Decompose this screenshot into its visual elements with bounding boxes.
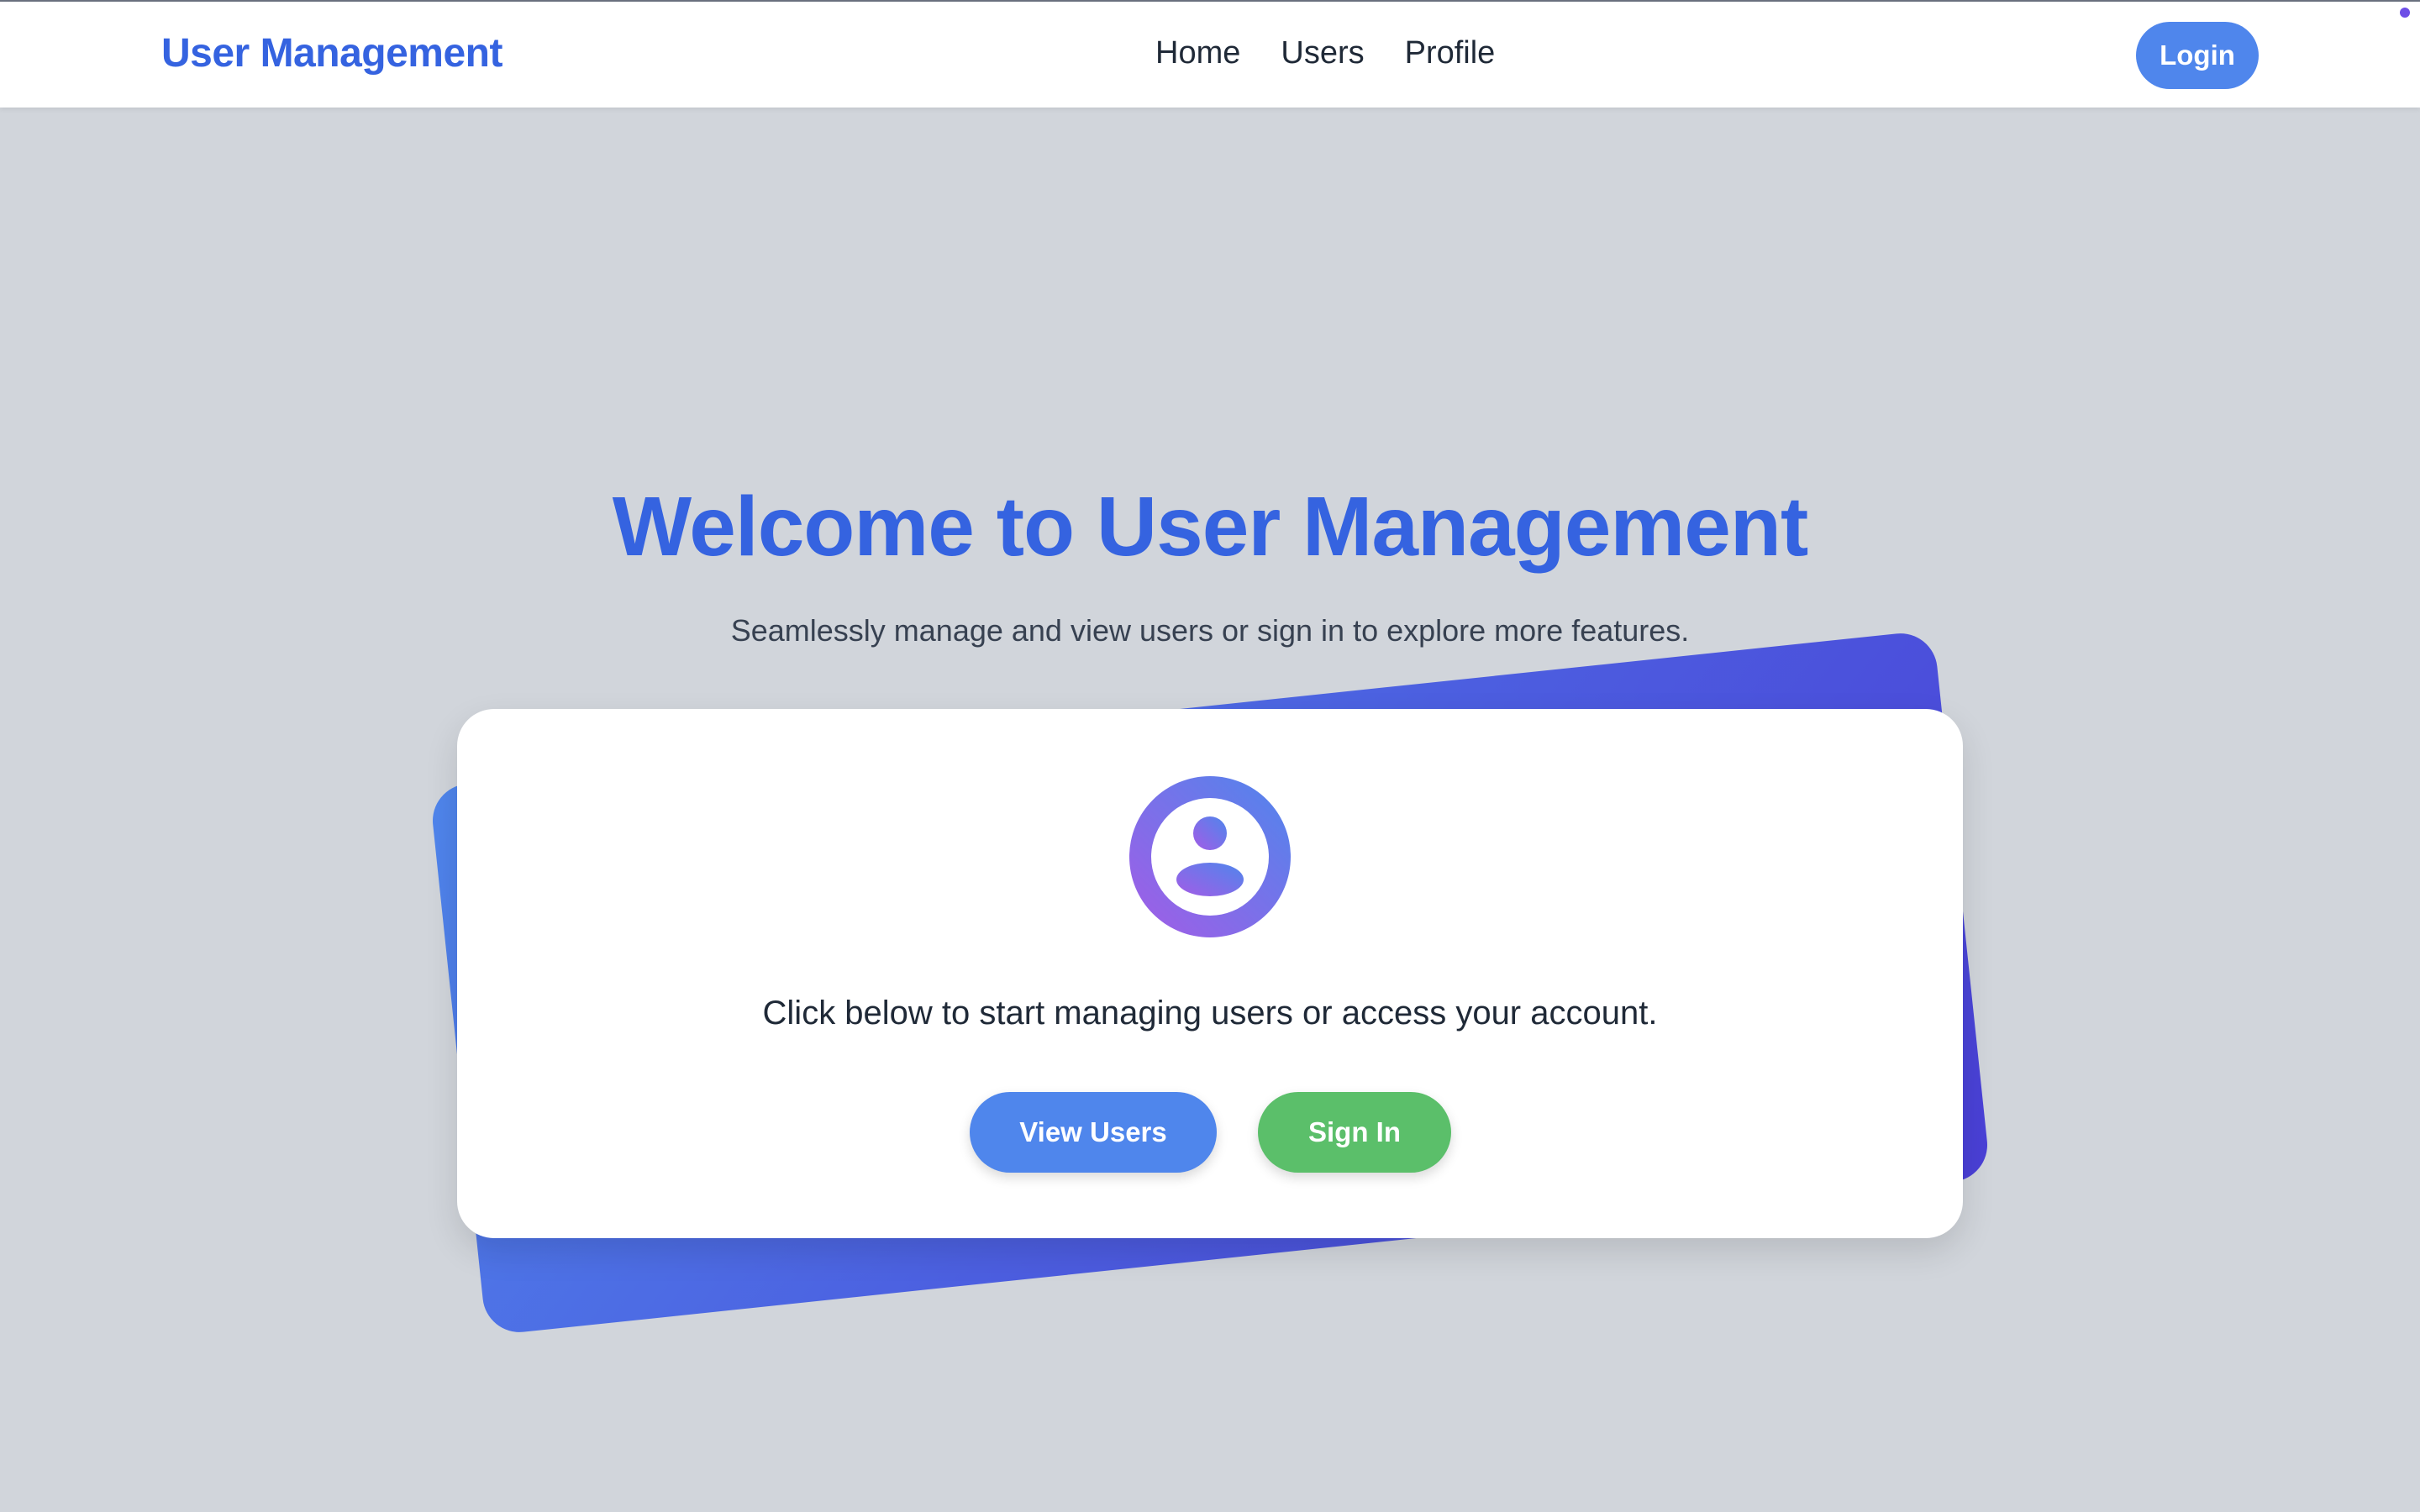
nav-link-users[interactable]: Users [1281, 35, 1364, 71]
nav-links: Home Users Profile [1155, 35, 1495, 71]
user-circle-icon [1129, 776, 1291, 937]
brand-logo[interactable]: User Management [161, 30, 502, 76]
status-dot [2400, 8, 2410, 18]
card-message: Click below to start managing users or a… [762, 995, 1658, 1032]
nav-link-home[interactable]: Home [1155, 35, 1240, 71]
nav-link-profile[interactable]: Profile [1405, 35, 1496, 71]
hero-title: Welcome to User Management [612, 480, 1809, 574]
sign-in-button[interactable]: Sign In [1258, 1092, 1451, 1173]
login-button[interactable]: Login [2136, 22, 2259, 89]
hero-subtitle: Seamlessly manage and view users or sign… [730, 613, 1690, 648]
view-users-button[interactable]: View Users [970, 1092, 1217, 1173]
navbar: User Management Home Users Profile Login [0, 2, 2420, 108]
welcome-card: Click below to start managing users or a… [457, 709, 1963, 1238]
